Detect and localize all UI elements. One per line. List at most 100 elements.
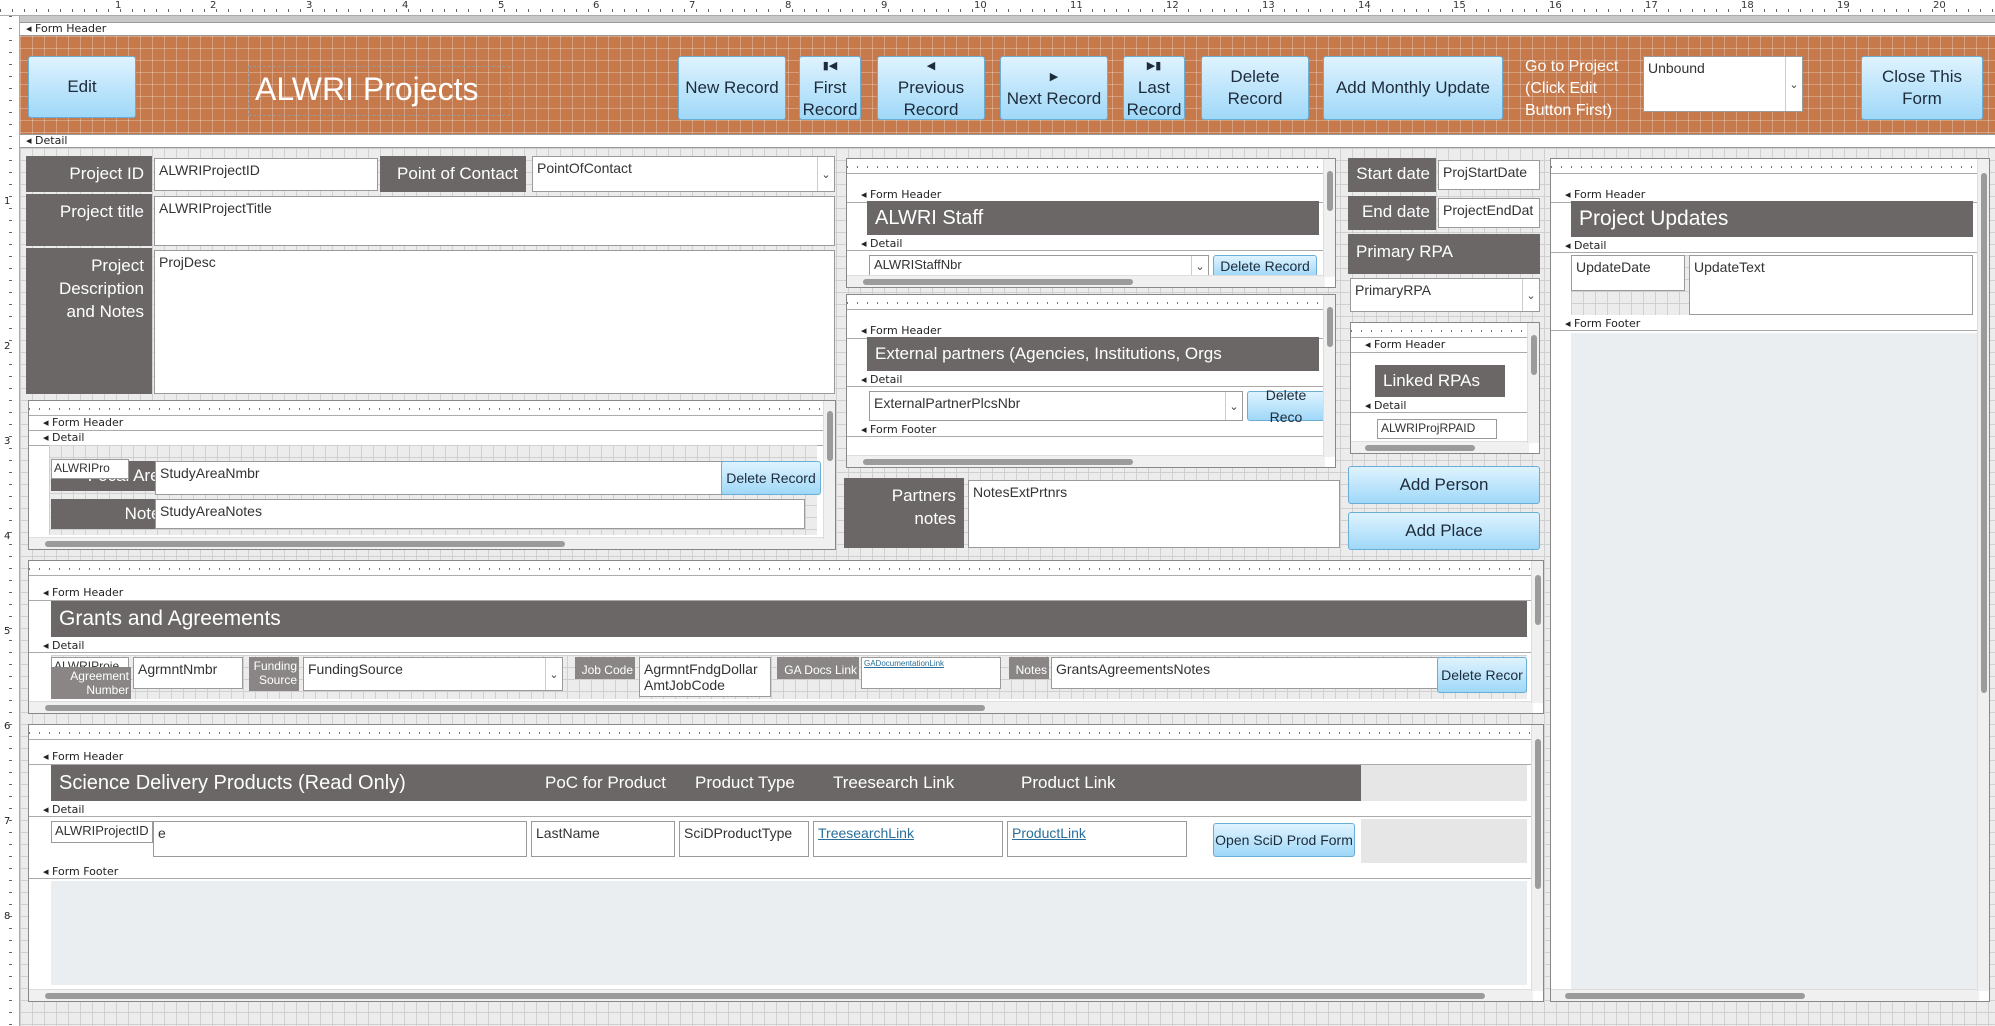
ruler-num: 13 (1262, 0, 1275, 11)
project-id-field[interactable]: ALWRIProjectID (154, 158, 378, 191)
scid-e-field[interactable]: e (153, 821, 527, 857)
last-record-button[interactable]: ▶▮ Last Record (1123, 56, 1185, 120)
linked-rpa-field[interactable]: ALWRIProjRPAID (1377, 419, 1497, 439)
chevron-down-icon[interactable]: ⌄ (1522, 279, 1539, 311)
first-record-label: First Record (802, 78, 858, 119)
previous-record-label: Previous Record (897, 78, 965, 119)
grants-notes-field[interactable]: GrantsAgreementsNotes (1051, 657, 1463, 689)
scroll-thumb[interactable] (1981, 173, 1987, 693)
staff-vscroll[interactable] (1323, 159, 1335, 277)
scroll-thumb[interactable] (1565, 993, 1805, 999)
update-date-field[interactable]: UpdateDate (1571, 255, 1685, 291)
scroll-thumb[interactable] (1327, 171, 1333, 211)
next-record-button[interactable]: ▶ Next Record (1000, 56, 1108, 120)
form-header-bar[interactable]: ◂ Form Header (20, 22, 1995, 36)
staff-field[interactable]: ALWRIStaffNbr ⌄ (869, 255, 1209, 277)
scroll-thumb[interactable] (863, 459, 1133, 465)
poc-field[interactable]: PointOfContact ⌄ (532, 156, 835, 192)
add-monthly-update-button[interactable]: Add Monthly Update (1323, 56, 1503, 120)
goto-project-combo[interactable]: Unbound ⌄ (1643, 56, 1803, 112)
project-desc-field[interactable]: ProjDesc (154, 250, 835, 394)
scid-type-field[interactable]: SciDProductType (679, 821, 809, 857)
goto-project-label: Go to Project (Click Edit Button First) (1525, 58, 1619, 119)
scid-hscroll[interactable] (29, 989, 1533, 1001)
partners-hscroll[interactable] (847, 455, 1325, 467)
chevron-down-icon[interactable]: ⌄ (817, 157, 834, 191)
study-area-vscroll[interactable] (823, 401, 835, 539)
study-notes-field[interactable]: StudyAreaNotes (155, 499, 805, 529)
scid-productlink-field[interactable]: ProductLink (1007, 821, 1187, 857)
add-person-button[interactable]: Add Person (1348, 466, 1540, 504)
project-title-field[interactable]: ALWRIProjectTitle (154, 196, 835, 246)
chevron-down-icon[interactable]: ⌄ (545, 658, 562, 690)
grants-subform[interactable]: ◂ Form Header Grants and Agreements ◂ De… (28, 560, 1544, 714)
scroll-thumb[interactable] (1365, 445, 1475, 451)
scroll-thumb[interactable] (1535, 739, 1541, 889)
scroll-thumb[interactable] (1327, 307, 1333, 347)
partner-field[interactable]: ExternalPartnerPlcsNbr ⌄ (869, 391, 1243, 421)
updates-hscroll[interactable] (1551, 989, 1979, 1001)
updates-subform[interactable]: ◂ Form Header Project Updates ◂ Detail U… (1550, 158, 1990, 1002)
scid-subform[interactable]: ◂ Form Header Science Delivery Products … (28, 724, 1544, 1002)
scroll-thumb[interactable] (1531, 335, 1537, 375)
grants-delete-button[interactable]: Delete Recor (1437, 657, 1527, 693)
end-date-field[interactable]: ProjectEndDat (1438, 198, 1540, 228)
hidden-projid-field[interactable]: ALWRIPro (51, 459, 129, 479)
delete-record-button[interactable]: Delete Record (1201, 56, 1309, 120)
ruler-num: 18 (1741, 0, 1754, 11)
add-place-button[interactable]: Add Place (1348, 512, 1540, 550)
partners-vscroll[interactable] (1323, 295, 1335, 457)
chevron-down-icon[interactable]: ⌄ (1191, 256, 1208, 276)
ruler-num: 6 (593, 0, 600, 11)
close-form-button[interactable]: Close This Form (1861, 56, 1983, 120)
open-scid-form-button[interactable]: Open SciD Prod Form (1213, 823, 1355, 857)
scroll-thumb[interactable] (45, 993, 1485, 999)
chevron-down-icon[interactable]: ⌄ (1225, 392, 1242, 420)
detail-bar[interactable]: ◂ Detail (20, 134, 1995, 148)
scroll-thumb[interactable] (45, 705, 985, 711)
header-band: Edit ALWRI Projects New Record ▮◀ First … (20, 36, 1995, 134)
grants-hscroll[interactable] (29, 701, 1533, 713)
edit-button[interactable]: Edit (28, 56, 136, 118)
staff-subform[interactable]: ◂ Form Header ALWRI Staff ◂ Detail ALWRI… (846, 158, 1336, 288)
grants-vscroll[interactable] (1531, 561, 1543, 703)
previous-record-button[interactable]: ◀ Previous Record (877, 56, 985, 120)
partners-subform[interactable]: ◂ Form Header External partners (Agencie… (846, 294, 1336, 468)
scid-treesearch-field[interactable]: TreesearchLink (813, 821, 1003, 857)
update-text-field[interactable]: UpdateText (1689, 255, 1973, 315)
linked-rpa-vscroll[interactable] (1527, 323, 1539, 443)
docs-link-field[interactable]: GADocumentationLink (861, 657, 1001, 689)
scid-product-link[interactable]: ProductLink (1012, 825, 1086, 841)
primary-rpa-combo[interactable]: PrimaryRPA ⌄ (1350, 278, 1540, 312)
study-area-hscroll[interactable] (29, 537, 835, 549)
staff-hscroll[interactable] (847, 275, 1325, 287)
first-record-button[interactable]: ▮◀ First Record (799, 56, 861, 120)
linked-rpa-subform[interactable]: ◂ Form Header Linked RPAs ◂ Detail ALWRI… (1350, 322, 1540, 454)
subform-footer-label: Form Footer (870, 423, 937, 436)
funding-source-combo[interactable]: FundingSource ⌄ (303, 657, 563, 691)
scid-vscroll[interactable] (1531, 725, 1543, 991)
scid-lastname-field[interactable]: LastName (531, 821, 675, 857)
scroll-thumb[interactable] (1535, 575, 1541, 625)
partner-delete-button[interactable]: Delete Reco (1247, 387, 1325, 425)
subform-footer-label: Form Footer (1574, 317, 1641, 330)
scid-projid-field[interactable]: ALWRIProjectID (51, 821, 153, 843)
staff-delete-button[interactable]: Delete Record (1213, 255, 1317, 277)
partners-notes-field[interactable]: NotesExtPrtnrs (968, 480, 1340, 548)
chevron-down-icon[interactable]: ⌄ (1785, 57, 1802, 111)
scroll-thumb[interactable] (863, 279, 1133, 285)
updates-vscroll[interactable] (1977, 159, 1989, 991)
study-area-delete-button[interactable]: Delete Record (721, 461, 821, 495)
new-record-button[interactable]: New Record (678, 56, 786, 120)
focal-area-combo[interactable]: StudyAreaNmbr ⌄ (155, 461, 739, 495)
job-code-field[interactable]: AgrmntFndgDollarAmtJobCode (639, 657, 771, 697)
scid-treesearch-link[interactable]: TreesearchLink (818, 825, 914, 841)
section-arrow-icon: ◂ (861, 373, 871, 386)
start-date-field[interactable]: ProjStartDate (1438, 160, 1540, 190)
agreement-number-field[interactable]: AgrmntNmbr (133, 657, 243, 689)
scroll-thumb[interactable] (45, 541, 565, 547)
docs-link-value[interactable]: GADocumentationLink (864, 659, 944, 668)
study-area-subform[interactable]: ◂ Form Header ◂ Detail Focal Area ALWRIP… (28, 400, 836, 550)
linked-rpa-hscroll[interactable] (1351, 441, 1529, 453)
scroll-thumb[interactable] (827, 411, 833, 461)
